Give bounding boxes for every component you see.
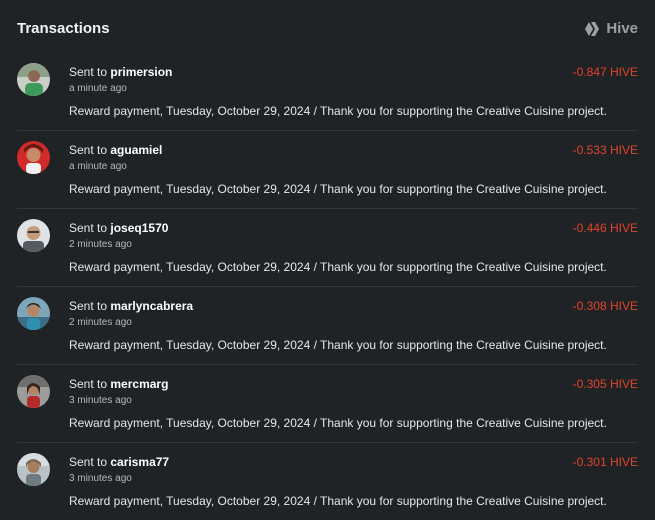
transaction-amount: -0.301 HIVE (572, 455, 638, 469)
recipient-link[interactable]: marlyncabrera (110, 299, 193, 313)
transaction-prefix: Sent to (69, 377, 108, 391)
transaction-summary: Sent to aguamiel (69, 143, 638, 158)
transaction-memo: Reward payment, Tuesday, October 29, 202… (69, 260, 607, 274)
transaction-prefix: Sent to (69, 143, 108, 157)
transaction-summary: Sent to joseq1570 (69, 221, 638, 236)
transaction-prefix: Sent to (69, 299, 108, 313)
transaction-time: 3 minutes ago (69, 473, 132, 484)
transaction-row[interactable]: Sent to carisma77 -0.301 HIVE 3 minutes … (17, 443, 638, 520)
transaction-row[interactable]: Sent to primersion -0.847 HIVE a minute … (17, 53, 638, 131)
avatar[interactable] (17, 219, 50, 252)
transactions-panel: Transactions Hive Sent to primersion -0.… (0, 0, 655, 519)
transaction-memo: Reward payment, Tuesday, October 29, 202… (69, 494, 607, 508)
hive-logo-icon (585, 22, 601, 36)
hive-brand-label: Hive (606, 20, 638, 37)
transaction-memo: Reward payment, Tuesday, October 29, 202… (69, 416, 607, 430)
transaction-list: Sent to primersion -0.847 HIVE a minute … (17, 53, 638, 520)
transaction-prefix: Sent to (69, 455, 108, 469)
avatar[interactable] (17, 63, 50, 96)
avatar[interactable] (17, 297, 50, 330)
transaction-prefix: Sent to (69, 65, 108, 79)
panel-title: Transactions (17, 20, 110, 37)
transaction-time: a minute ago (69, 161, 127, 172)
transaction-time: 2 minutes ago (69, 317, 132, 328)
transaction-amount: -0.305 HIVE (572, 377, 638, 391)
transaction-memo: Reward payment, Tuesday, October 29, 202… (69, 338, 607, 352)
transaction-summary: Sent to primersion (69, 65, 638, 80)
panel-header: Transactions Hive (17, 18, 638, 40)
transaction-row[interactable]: Sent to joseq1570 -0.446 HIVE 2 minutes … (17, 209, 638, 287)
transaction-amount: -0.308 HIVE (572, 299, 638, 313)
transaction-row[interactable]: Sent to marlyncabrera -0.308 HIVE 2 minu… (17, 287, 638, 365)
transaction-time: 3 minutes ago (69, 395, 132, 406)
transaction-summary: Sent to marlyncabrera (69, 299, 638, 314)
transaction-row[interactable]: Sent to aguamiel -0.533 HIVE a minute ag… (17, 131, 638, 209)
recipient-link[interactable]: primersion (110, 65, 172, 79)
transaction-row[interactable]: Sent to mercmarg -0.305 HIVE 3 minutes a… (17, 365, 638, 443)
recipient-link[interactable]: mercmarg (110, 377, 168, 391)
transaction-summary: Sent to carisma77 (69, 455, 638, 470)
transaction-amount: -0.446 HIVE (572, 221, 638, 235)
avatar[interactable] (17, 453, 50, 486)
transaction-prefix: Sent to (69, 221, 108, 235)
transaction-memo: Reward payment, Tuesday, October 29, 202… (69, 104, 607, 118)
transaction-amount: -0.533 HIVE (572, 143, 638, 157)
hive-brand[interactable]: Hive (585, 18, 638, 40)
transaction-time: 2 minutes ago (69, 239, 132, 250)
transaction-memo: Reward payment, Tuesday, October 29, 202… (69, 182, 607, 196)
transaction-summary: Sent to mercmarg (69, 377, 638, 392)
avatar[interactable] (17, 375, 50, 408)
recipient-link[interactable]: carisma77 (110, 455, 169, 469)
transaction-amount: -0.847 HIVE (572, 65, 638, 79)
avatar[interactable] (17, 141, 50, 174)
recipient-link[interactable]: aguamiel (110, 143, 162, 157)
recipient-link[interactable]: joseq1570 (110, 221, 168, 235)
transaction-time: a minute ago (69, 83, 127, 94)
